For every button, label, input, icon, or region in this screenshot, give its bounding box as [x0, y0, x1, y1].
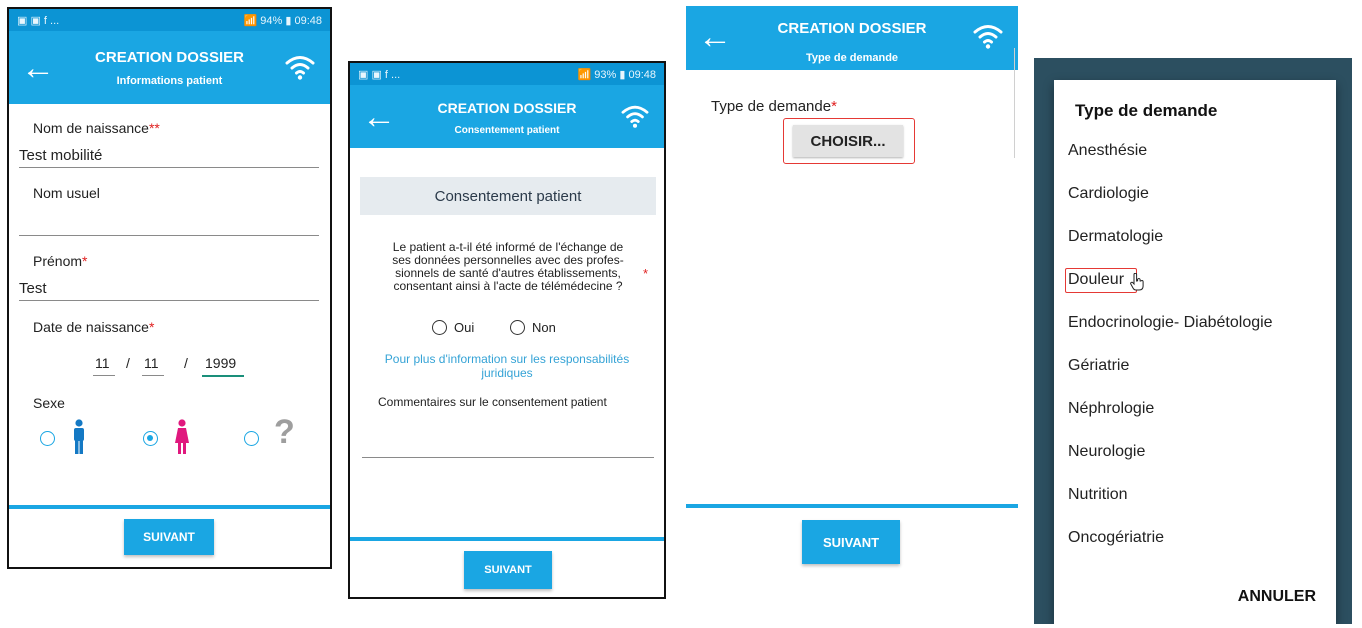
consent-question: Le patient a-t-il été informé de l'échan… [368, 241, 648, 293]
option-label: Neurologie [1068, 443, 1146, 460]
option-item[interactable]: Néphrologie [1054, 388, 1336, 431]
sexe-female-radio[interactable] [143, 431, 158, 446]
legal-info-link[interactable]: Pour plus d'information sur les responsa… [350, 352, 664, 380]
date-separator: / [126, 355, 130, 371]
date-separator: / [184, 355, 188, 371]
page-subtitle: Informations patient [116, 75, 223, 87]
male-icon [71, 419, 87, 460]
option-label: Cardiologie [1068, 185, 1149, 202]
next-button[interactable]: SUIVANT [802, 520, 900, 564]
type-label: Type de demande* [711, 98, 837, 115]
page-title: CREATION DOSSIER [437, 100, 577, 116]
app-bar: ← CREATION DOSSIER Informations patient [9, 31, 330, 104]
status-right: 📶 93% ▮ 09:48 [577, 68, 656, 81]
choose-button[interactable]: CHOISIR... [793, 125, 903, 157]
nom-naissance-underline [19, 167, 319, 168]
cancel-button[interactable]: ANNULER [1238, 588, 1316, 606]
female-icon [173, 419, 191, 460]
date-month-underline [142, 375, 164, 376]
status-bar: ▣ ▣ f ... 📶 94% ▮ 09:48 [9, 9, 330, 31]
unknown-sex-icon: ? [274, 413, 295, 451]
sexe-unknown-radio[interactable] [244, 431, 259, 446]
option-item[interactable]: Dermatologie [1054, 216, 1336, 259]
option-item[interactable]: Gériatrie [1054, 345, 1336, 388]
option-label: Néphrologie [1068, 400, 1155, 417]
status-icons: ▣ ▣ f ... [17, 14, 60, 27]
option-item[interactable]: Nutrition [1054, 474, 1336, 517]
page-title: CREATION DOSSIER [777, 20, 927, 37]
hand-cursor-icon [1130, 272, 1144, 296]
app-bar: ← CREATION DOSSIER Consentement patient [350, 85, 664, 148]
status-right: 📶 94% ▮ 09:48 [243, 14, 322, 27]
option-item[interactable]: Douleur [1054, 259, 1336, 302]
right-edge-divider [1014, 48, 1015, 158]
next-button[interactable]: SUIVANT [124, 519, 214, 555]
consent-yes-radio[interactable] [432, 320, 447, 335]
legal-info-link-line: juridiques [481, 366, 533, 380]
options-dialog: Type de demande Anesthésie Cardiologie Der… [1054, 80, 1336, 624]
comment-field[interactable] [362, 413, 654, 457]
question-line: consentant ainsi à l'acte de télémédecin… [393, 279, 623, 293]
option-item[interactable]: Neurologie [1054, 431, 1336, 474]
prenom-label: Prénom* [33, 253, 88, 269]
bottom-separator [9, 505, 330, 509]
status-bar: ▣ ▣ f ... 📶 93% ▮ 09:48 [350, 63, 664, 85]
option-label: Dermatologie [1068, 228, 1164, 245]
screen-patient-info: ▣ ▣ f ... 📶 94% ▮ 09:48 ← CREATION DOSSI… [7, 7, 332, 569]
wifi-icon [972, 22, 1004, 55]
bottom-separator [350, 537, 664, 541]
date-day-underline [93, 375, 115, 376]
prenom-underline [19, 300, 319, 301]
option-label: Gériatrie [1068, 357, 1130, 374]
date-year-field[interactable]: 1999 [205, 355, 236, 371]
sexe-label: Sexe [33, 395, 65, 411]
wifi-icon [620, 103, 650, 134]
date-label: Date de naissance* [33, 319, 155, 335]
option-label: Endocrinologie- Diabétologie [1068, 314, 1273, 331]
screen-request-type: ← CREATION DOSSIER Type de demande Type … [686, 6, 1018, 612]
status-icons: ▣ ▣ f ... [358, 68, 401, 81]
page-subtitle: Consentement patient [454, 125, 560, 136]
consent-section-header: Consentement patient [360, 177, 656, 215]
date-year-underline [202, 375, 244, 377]
legal-info-link-line: Pour plus d'information sur les responsa… [384, 352, 630, 366]
screen-request-type-dialog: Type de demande Anesthésie Cardiologie Der… [1034, 58, 1352, 624]
date-month-field[interactable]: 11 [144, 355, 159, 371]
screen-consent: ▣ ▣ f ... 📶 93% ▮ 09:48 ← CREATION DOSSI… [348, 61, 666, 599]
next-button[interactable]: SUIVANT [464, 551, 552, 589]
page-subtitle: Type de demande [805, 52, 899, 64]
option-item[interactable]: Oncogériatrie [1054, 517, 1336, 560]
nom-naissance-label: Nom de naissance** [33, 120, 160, 136]
page-title: CREATION DOSSIER [95, 49, 244, 66]
consent-yes-label: Oui [454, 320, 475, 335]
option-highlight-box [1065, 268, 1137, 293]
nom-naissance-field[interactable]: Test mobilité [19, 147, 102, 164]
nom-usuel-underline [19, 235, 319, 236]
comment-label: Commentaires sur le consentement patient [378, 395, 607, 409]
question-required-mark: * [643, 266, 649, 281]
bottom-separator [686, 504, 1018, 508]
option-label: Nutrition [1068, 486, 1128, 503]
consent-no-radio[interactable] [510, 320, 525, 335]
option-label: Anesthésie [1068, 142, 1148, 159]
option-item[interactable]: Cardiologie [1054, 173, 1336, 216]
app-bar: ← CREATION DOSSIER Type de demande [686, 6, 1018, 70]
sexe-male-radio[interactable] [40, 431, 55, 446]
option-label: Oncogériatrie [1068, 529, 1165, 546]
option-item[interactable]: Endocrinologie- Diabétologie [1054, 302, 1336, 345]
option-item[interactable]: Anesthésie [1054, 130, 1336, 173]
date-day-field[interactable]: 11 [95, 355, 110, 371]
comment-underline [362, 457, 654, 458]
nom-usuel-label: Nom usuel [33, 185, 100, 201]
dialog-title: Type de demande [1075, 101, 1218, 120]
consent-no-label: Non [532, 320, 556, 335]
wifi-icon [284, 53, 316, 86]
prenom-field[interactable]: Test [19, 280, 47, 297]
